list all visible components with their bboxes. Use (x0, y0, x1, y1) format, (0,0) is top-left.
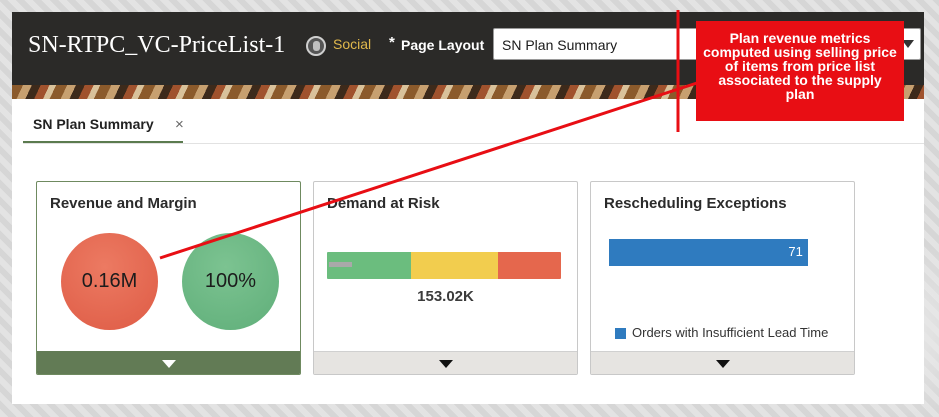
demand-risk-value: 153.02K (417, 288, 474, 305)
demand-risk-bar[interactable] (327, 252, 561, 279)
tab-sn-plan-summary[interactable]: SN Plan Summary × (23, 107, 184, 144)
page-layout-value: SN Plan Summary (502, 37, 618, 53)
card-title: Demand at Risk (327, 195, 440, 212)
risk-segment-late[interactable] (497, 252, 561, 279)
plan-title: SN-RTPC_VC-PriceList-1 (28, 32, 286, 58)
insufficient-lead-time-bar[interactable]: 71 (609, 239, 808, 266)
card-expand-footer[interactable] (591, 351, 854, 374)
card-expand-footer[interactable] (314, 351, 577, 374)
close-icon[interactable]: × (175, 116, 184, 133)
revenue-margin-card[interactable]: Revenue and Margin 0.16M 100% (36, 181, 301, 375)
caret-down-icon[interactable] (438, 360, 453, 368)
risk-segment-at-risk[interactable] (411, 252, 498, 279)
page-layout-label: Page Layout (401, 37, 485, 53)
card-title: Rescheduling Exceptions (604, 195, 787, 212)
annotation-callout: Plan revenue metrics computed using sell… (696, 21, 904, 121)
legend-label: Orders with Insufficient Lead Time (632, 325, 829, 340)
margin-metric[interactable]: 100% (182, 233, 279, 330)
bar-value-label: 71 (788, 244, 803, 259)
rescheduling-exceptions-card[interactable]: Rescheduling Exceptions 71 Orders with I… (590, 181, 855, 375)
caret-down-icon[interactable] (161, 360, 176, 368)
required-indicator: * (389, 34, 395, 51)
tab-label: SN Plan Summary (33, 116, 154, 132)
card-expand-footer[interactable] (37, 351, 300, 374)
social-link[interactable]: Social (333, 36, 371, 52)
social-icon[interactable] (306, 36, 326, 56)
demand-at-risk-card[interactable]: Demand at Risk 153.02K (313, 181, 578, 375)
revenue-metric[interactable]: 0.16M (61, 233, 158, 330)
caret-down-icon[interactable] (715, 360, 730, 368)
legend-swatch (615, 328, 626, 339)
card-title: Revenue and Margin (50, 195, 197, 212)
tab-divider (23, 143, 924, 144)
demand-risk-indicator (329, 262, 353, 267)
